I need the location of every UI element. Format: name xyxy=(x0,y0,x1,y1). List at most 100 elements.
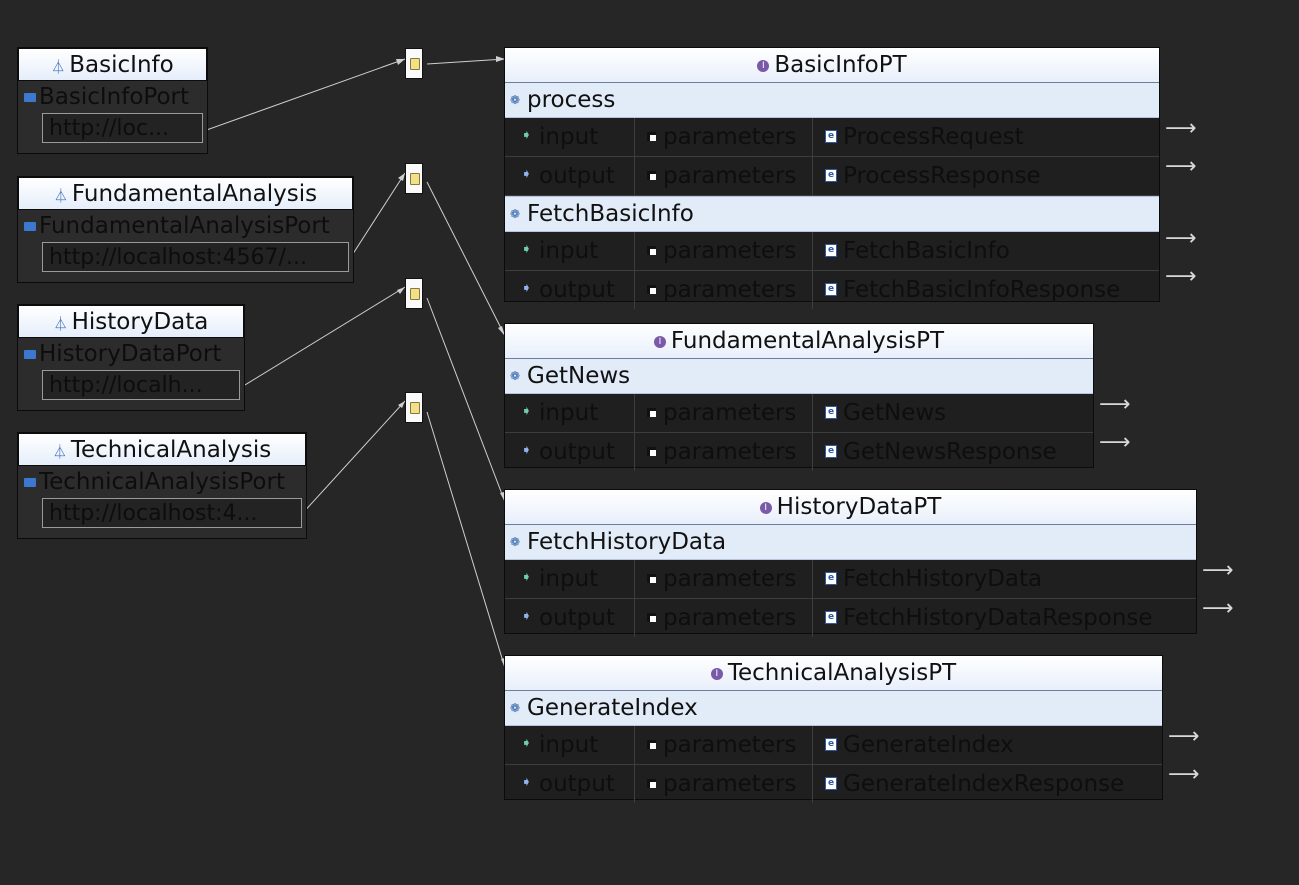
message-row-output[interactable]: ➧ output parameters e GetNewsResponse xyxy=(505,433,1093,471)
wire-technical-pt xyxy=(426,411,506,669)
porttype-title[interactable]: I HistoryDataPT xyxy=(505,490,1196,525)
arrow-right-icon[interactable]: ⟶ xyxy=(1165,266,1197,288)
output-icon: ➧ xyxy=(521,281,532,296)
operation-process[interactable]: ❁ process xyxy=(505,83,1159,118)
operation-fetchbasicinfo[interactable]: ❁ FetchBasicInfo xyxy=(505,196,1159,232)
wire-basicinfo-pt xyxy=(426,58,506,65)
part-icon xyxy=(647,171,656,180)
service-address[interactable]: http://loc... xyxy=(42,113,203,143)
arrow-right-icon[interactable]: ⟶ xyxy=(1202,598,1234,620)
part-icon xyxy=(647,574,656,583)
element-icon: e xyxy=(825,572,837,585)
wire-basicinfo-binding xyxy=(200,58,406,133)
element-icon: e xyxy=(825,738,837,751)
binding-icon[interactable] xyxy=(405,48,423,79)
binding-icon[interactable] xyxy=(405,392,423,423)
porttype-icon: I xyxy=(757,59,770,72)
input-icon: ➧ xyxy=(521,242,532,257)
message-row-output[interactable]: ➧ output parameters e FetchBasicInfoRespon… xyxy=(505,271,1159,309)
service-address[interactable]: http://localh... xyxy=(42,370,240,400)
part-icon xyxy=(647,132,656,141)
arrow-right-icon[interactable]: ⟶ xyxy=(1165,156,1197,178)
message-row-output[interactable]: ➧ output parameters e FetchHistoryDataResp… xyxy=(505,599,1196,637)
service-title[interactable]: ⏃ TechnicalAnalysis xyxy=(18,433,306,466)
part-icon xyxy=(647,740,656,749)
service-port[interactable]: TechnicalAnalysisPort xyxy=(18,466,306,498)
wire-fundamental-pt xyxy=(426,181,506,337)
part-icon xyxy=(647,779,656,788)
element-icon: e xyxy=(825,130,837,143)
service-basicinfo[interactable]: ⏃ BasicInfo BasicInfoPort http://loc... xyxy=(17,47,208,154)
element-icon: e xyxy=(825,283,837,296)
service-title[interactable]: ⏃ HistoryData xyxy=(18,305,244,338)
service-port[interactable]: HistoryDataPort xyxy=(18,338,244,370)
port-icon xyxy=(24,222,36,231)
operation-generateindex[interactable]: ❁ GenerateIndex xyxy=(505,691,1162,726)
porttype-title[interactable]: I BasicInfoPT xyxy=(505,48,1159,83)
arrow-right-icon[interactable]: ⟶ xyxy=(1168,726,1200,748)
operation-icon: ❁ xyxy=(510,207,521,221)
arrow-right-icon[interactable]: ⟶ xyxy=(1168,764,1200,786)
service-address[interactable]: http://localhost:4... xyxy=(42,498,302,528)
message-row-output[interactable]: ➧ output parameters e GenerateIndexRespons… xyxy=(505,765,1162,803)
arrow-right-icon[interactable]: ⟶ xyxy=(1099,394,1131,416)
arrow-right-icon[interactable]: ⟶ xyxy=(1165,118,1197,140)
operation-icon: ❁ xyxy=(510,535,521,549)
service-icon: ⏃ xyxy=(52,445,67,461)
porttype-historydatapt[interactable]: I HistoryDataPT ❁ FetchHistoryData ➧ input … xyxy=(504,489,1197,637)
element-icon: e xyxy=(825,611,837,624)
service-port[interactable]: FundamentalAnalysisPort xyxy=(18,210,353,242)
service-fundamentalanalysis[interactable]: ⏃ FundamentalAnalysis FundamentalAnalysis… xyxy=(17,176,354,283)
porttype-title[interactable]: I FundamentalAnalysisPT xyxy=(505,324,1093,359)
input-icon: ➧ xyxy=(521,570,532,585)
wire-technical-binding xyxy=(300,400,406,516)
port-icon xyxy=(24,350,36,359)
part-icon xyxy=(647,613,656,622)
element-icon: e xyxy=(825,445,837,458)
output-icon: ➧ xyxy=(521,443,532,458)
element-icon: e xyxy=(825,169,837,182)
message-row-input[interactable]: ➧ input parameters e FetchBasicInfo xyxy=(505,232,1159,271)
message-row-output[interactable]: ➧ output parameters e ProcessResponse xyxy=(505,157,1159,196)
output-icon: ➧ xyxy=(521,609,532,624)
service-title[interactable]: ⏃ BasicInfo xyxy=(18,48,207,81)
porttype-basicinfopt[interactable]: I BasicInfoPT ❁ process ➧ input parameters … xyxy=(504,47,1160,309)
arrow-right-icon[interactable]: ⟶ xyxy=(1099,432,1131,454)
part-icon xyxy=(647,447,656,456)
output-icon: ➧ xyxy=(521,775,532,790)
service-icon: ⏃ xyxy=(51,60,66,76)
porttype-icon: I xyxy=(759,501,772,514)
message-row-input[interactable]: ➧ input parameters e FetchHistoryData xyxy=(505,560,1196,599)
service-technicalanalysis[interactable]: ⏃ TechnicalAnalysis TechnicalAnalysisPort… xyxy=(17,432,307,539)
porttype-icon: I xyxy=(710,667,723,680)
operation-icon: ❁ xyxy=(510,701,521,715)
part-icon xyxy=(647,285,656,294)
wire-history-binding xyxy=(239,286,406,389)
service-address[interactable]: http://localhost:4567/... xyxy=(42,242,349,272)
operation-getnews[interactable]: ❁ GetNews xyxy=(505,359,1093,394)
arrow-right-icon[interactable]: ⟶ xyxy=(1165,228,1197,250)
porttype-title[interactable]: I TechnicalAnalysisPT xyxy=(505,656,1162,691)
wire-history-pt xyxy=(426,297,506,503)
service-title[interactable]: ⏃ FundamentalAnalysis xyxy=(18,177,353,210)
input-icon: ➧ xyxy=(521,736,532,751)
operation-icon: ❁ xyxy=(510,93,521,107)
message-row-input[interactable]: ➧ input parameters e GetNews xyxy=(505,394,1093,433)
element-icon: e xyxy=(825,244,837,257)
binding-icon[interactable] xyxy=(405,278,423,309)
arrow-right-icon[interactable]: ⟶ xyxy=(1202,560,1234,582)
porttype-icon: I xyxy=(653,335,666,348)
service-historydata[interactable]: ⏃ HistoryData HistoryDataPort http://loca… xyxy=(17,304,245,411)
porttype-fundamentalanalysispt[interactable]: I FundamentalAnalysisPT ❁ GetNews ➧ input p… xyxy=(504,323,1094,471)
output-icon: ➧ xyxy=(521,167,532,182)
binding-icon[interactable] xyxy=(405,163,423,194)
element-icon: e xyxy=(825,777,837,790)
port-icon xyxy=(24,478,36,487)
service-port[interactable]: BasicInfoPort xyxy=(18,81,207,113)
operation-fetchhistorydata[interactable]: ❁ FetchHistoryData xyxy=(505,525,1196,560)
service-icon: ⏃ xyxy=(53,317,68,333)
message-row-input[interactable]: ➧ input parameters e GenerateIndex xyxy=(505,726,1162,765)
part-icon xyxy=(647,408,656,417)
porttype-technicalanalysispt[interactable]: I TechnicalAnalysisPT ❁ GenerateIndex ➧ inp… xyxy=(504,655,1163,803)
message-row-input[interactable]: ➧ input parameters e ProcessRequest xyxy=(505,118,1159,157)
